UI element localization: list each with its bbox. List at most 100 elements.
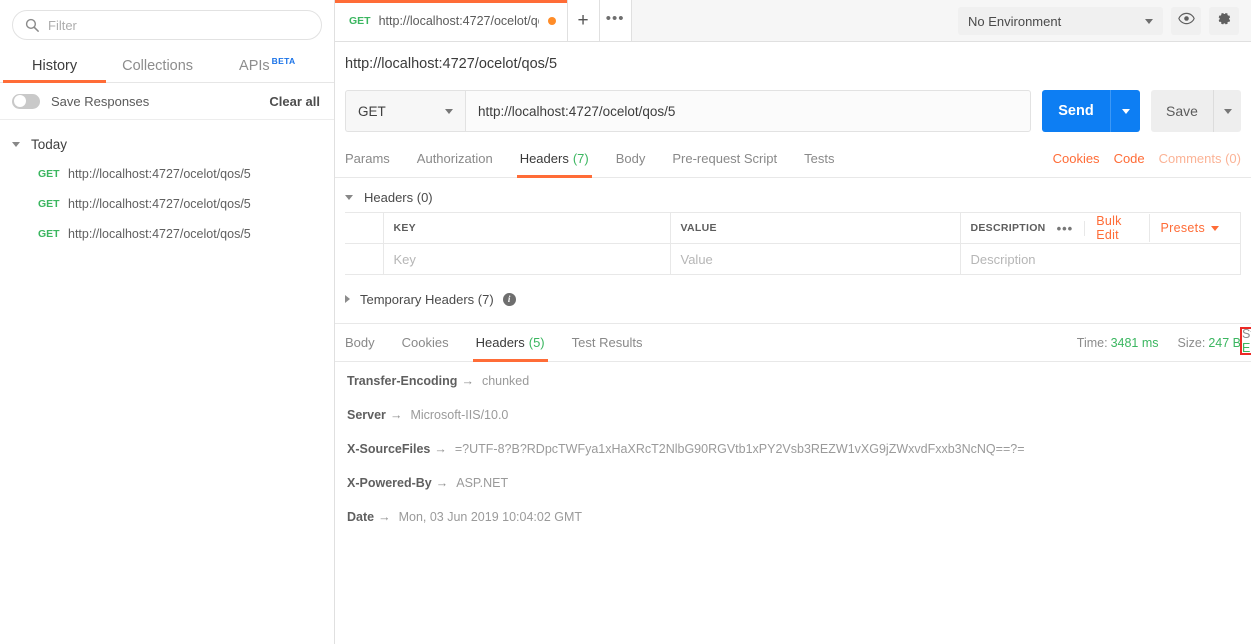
tab-headers[interactable]: Headers (7) bbox=[516, 140, 592, 178]
request-bar: GET Send Save bbox=[335, 86, 1251, 136]
gear-icon bbox=[1216, 11, 1232, 32]
search-input[interactable] bbox=[48, 17, 309, 33]
response-time-label: Time: bbox=[1076, 335, 1108, 350]
history-method: GET bbox=[38, 228, 60, 240]
sidebar-tab-collections[interactable]: Collections bbox=[122, 58, 193, 82]
chevron-down-icon bbox=[345, 194, 353, 200]
send-button[interactable]: Send bbox=[1042, 90, 1110, 132]
response-header-value: ASP.NET bbox=[456, 476, 509, 490]
response-tab-test-results-label: Test Results bbox=[571, 335, 643, 350]
save-responses-toggle[interactable] bbox=[12, 93, 40, 109]
tab-body[interactable]: Body bbox=[616, 140, 646, 178]
code-link[interactable]: Code bbox=[1114, 151, 1145, 166]
row-checkbox-cell[interactable] bbox=[345, 243, 384, 275]
response-header-value: Microsoft-IIS/10.0 bbox=[410, 408, 509, 422]
search-box[interactable] bbox=[12, 10, 322, 40]
response-tab-test-results[interactable]: Test Results bbox=[572, 324, 643, 362]
response-size-value: 247 B bbox=[1208, 335, 1241, 350]
sidebar-tab-apis-label: APIs bbox=[239, 58, 270, 74]
history-url: http://localhost:4727/ocelot/qos/5 bbox=[68, 197, 251, 211]
tab-headers-label: Headers bbox=[519, 151, 569, 166]
environment-quick-look-button[interactable] bbox=[1171, 7, 1201, 35]
response-tab-cookies[interactable]: Cookies bbox=[402, 324, 449, 362]
settings-button[interactable] bbox=[1209, 7, 1239, 35]
headers-section-label: Headers (0) bbox=[364, 189, 433, 205]
tab-params-label: Params bbox=[345, 151, 390, 166]
chevron-down-icon bbox=[445, 108, 453, 114]
sidebar-tab-apis[interactable]: APIs BETA bbox=[239, 56, 295, 82]
tab-options-button[interactable]: ••• bbox=[599, 0, 632, 41]
table-options-button[interactable]: ••• bbox=[1046, 220, 1086, 236]
request-tab-bar: GET http://localhost:4727/ocelot/qos + •… bbox=[335, 0, 1251, 42]
arrow-icon: → bbox=[435, 476, 449, 490]
response-header-row: X-SourceFiles → =?UTF-8?B?RDpcTWFya1xHaX… bbox=[347, 442, 1241, 476]
url-input[interactable] bbox=[465, 90, 1031, 132]
response-status: Status:500 Internal Server Error bbox=[1242, 327, 1251, 355]
arrow-icon: → bbox=[378, 510, 391, 524]
tab-pre-request-script[interactable]: Pre-request Script bbox=[672, 140, 777, 178]
column-description-cell: DESCRIPTION ••• Bulk Edit Presets bbox=[959, 212, 1241, 244]
response-time: Time: 3481 ms bbox=[1077, 336, 1159, 350]
environment-selector[interactable]: No Environment bbox=[958, 7, 1163, 35]
bulk-edit-button[interactable]: Bulk Edit bbox=[1085, 214, 1150, 242]
arrow-icon: → bbox=[389, 408, 403, 422]
comments-link[interactable]: Comments (0) bbox=[1159, 151, 1241, 166]
tab-tests[interactable]: Tests bbox=[804, 140, 834, 178]
filter-row bbox=[0, 0, 334, 49]
select-all-cell[interactable] bbox=[345, 212, 384, 244]
key-input[interactable]: Key bbox=[382, 243, 671, 275]
method-selector[interactable]: GET bbox=[345, 90, 465, 132]
chevron-down-icon bbox=[1145, 18, 1153, 24]
sidebar-tab-history[interactable]: History bbox=[2, 58, 107, 83]
temporary-headers-toggle[interactable]: Temporary Headers (7) i bbox=[345, 283, 1241, 315]
column-value: VALUE bbox=[669, 212, 961, 244]
send-options-button[interactable] bbox=[1110, 90, 1140, 132]
value-input[interactable]: Value bbox=[669, 243, 961, 275]
history-group-today[interactable]: Today bbox=[0, 129, 334, 159]
history-item[interactable]: GET http://localhost:4727/ocelot/qos/5 bbox=[0, 189, 334, 219]
eye-icon bbox=[1177, 12, 1195, 30]
response-size: Size: 247 B bbox=[1178, 336, 1241, 350]
response-time-value: 3481 ms bbox=[1110, 335, 1159, 350]
presets-button[interactable]: Presets bbox=[1150, 221, 1230, 235]
response-tab-headers[interactable]: Headers (5) bbox=[472, 324, 548, 362]
tab-params[interactable]: Params bbox=[345, 140, 390, 178]
headers-editor: Headers (0) KEY VALUE DESCRIPTION ••• Bu… bbox=[335, 178, 1251, 315]
history-url: http://localhost:4727/ocelot/qos/5 bbox=[68, 227, 251, 241]
tab-authorization-label: Authorization bbox=[416, 151, 493, 166]
main-panel: GET http://localhost:4727/ocelot/qos + •… bbox=[335, 0, 1251, 644]
save-button[interactable]: Save bbox=[1151, 90, 1213, 132]
tab-pre-request-script-label: Pre-request Script bbox=[672, 151, 778, 166]
request-section-tabs: Params Authorization Headers (7) Body Pr… bbox=[335, 140, 1251, 178]
new-tab-button[interactable]: + bbox=[567, 0, 600, 41]
response-status-label: Status: bbox=[1242, 327, 1251, 341]
info-icon[interactable]: i bbox=[502, 292, 516, 306]
history-item[interactable]: GET http://localhost:4727/ocelot/qos/5 bbox=[0, 219, 334, 249]
save-options-button[interactable] bbox=[1213, 90, 1241, 132]
chevron-down-icon bbox=[1223, 108, 1232, 114]
response-tab-headers-label: Headers bbox=[475, 335, 525, 350]
history-url: http://localhost:4727/ocelot/qos/5 bbox=[68, 167, 251, 181]
method-selector-label: GET bbox=[358, 103, 386, 119]
sidebar-tab-history-label: History bbox=[32, 58, 78, 74]
clear-all-button[interactable]: Clear all bbox=[269, 94, 320, 109]
response-header-key: X-Powered-By bbox=[347, 476, 432, 490]
headers-collapse-toggle[interactable]: Headers (0) bbox=[345, 182, 1241, 212]
request-tab[interactable]: GET http://localhost:4727/ocelot/qos bbox=[335, 0, 568, 41]
sidebar-tabs: History Collections APIs BETA bbox=[0, 49, 334, 83]
cookies-link[interactable]: Cookies bbox=[1053, 151, 1100, 166]
save-responses-label: Save Responses bbox=[51, 93, 150, 109]
response-tab-body[interactable]: Body bbox=[345, 324, 375, 362]
response-header-value: =?UTF-8?B?RDpcTWFya1xHaXRcT2NlbG90RGVtb1… bbox=[454, 442, 1025, 456]
search-icon bbox=[25, 18, 39, 32]
tab-headers-count: (7) bbox=[572, 151, 589, 166]
tab-body-label: Body bbox=[615, 151, 646, 166]
description-input[interactable]: Description bbox=[959, 243, 1241, 275]
column-key: KEY bbox=[382, 212, 671, 244]
toggle-knob bbox=[14, 95, 26, 107]
tab-authorization[interactable]: Authorization bbox=[417, 140, 493, 178]
headers-table: KEY VALUE DESCRIPTION ••• Bulk Edit Pres… bbox=[345, 212, 1241, 275]
history-item[interactable]: GET http://localhost:4727/ocelot/qos/5 bbox=[0, 159, 334, 189]
chevron-down-icon bbox=[1211, 225, 1219, 231]
response-tab-headers-count: (5) bbox=[528, 335, 545, 350]
